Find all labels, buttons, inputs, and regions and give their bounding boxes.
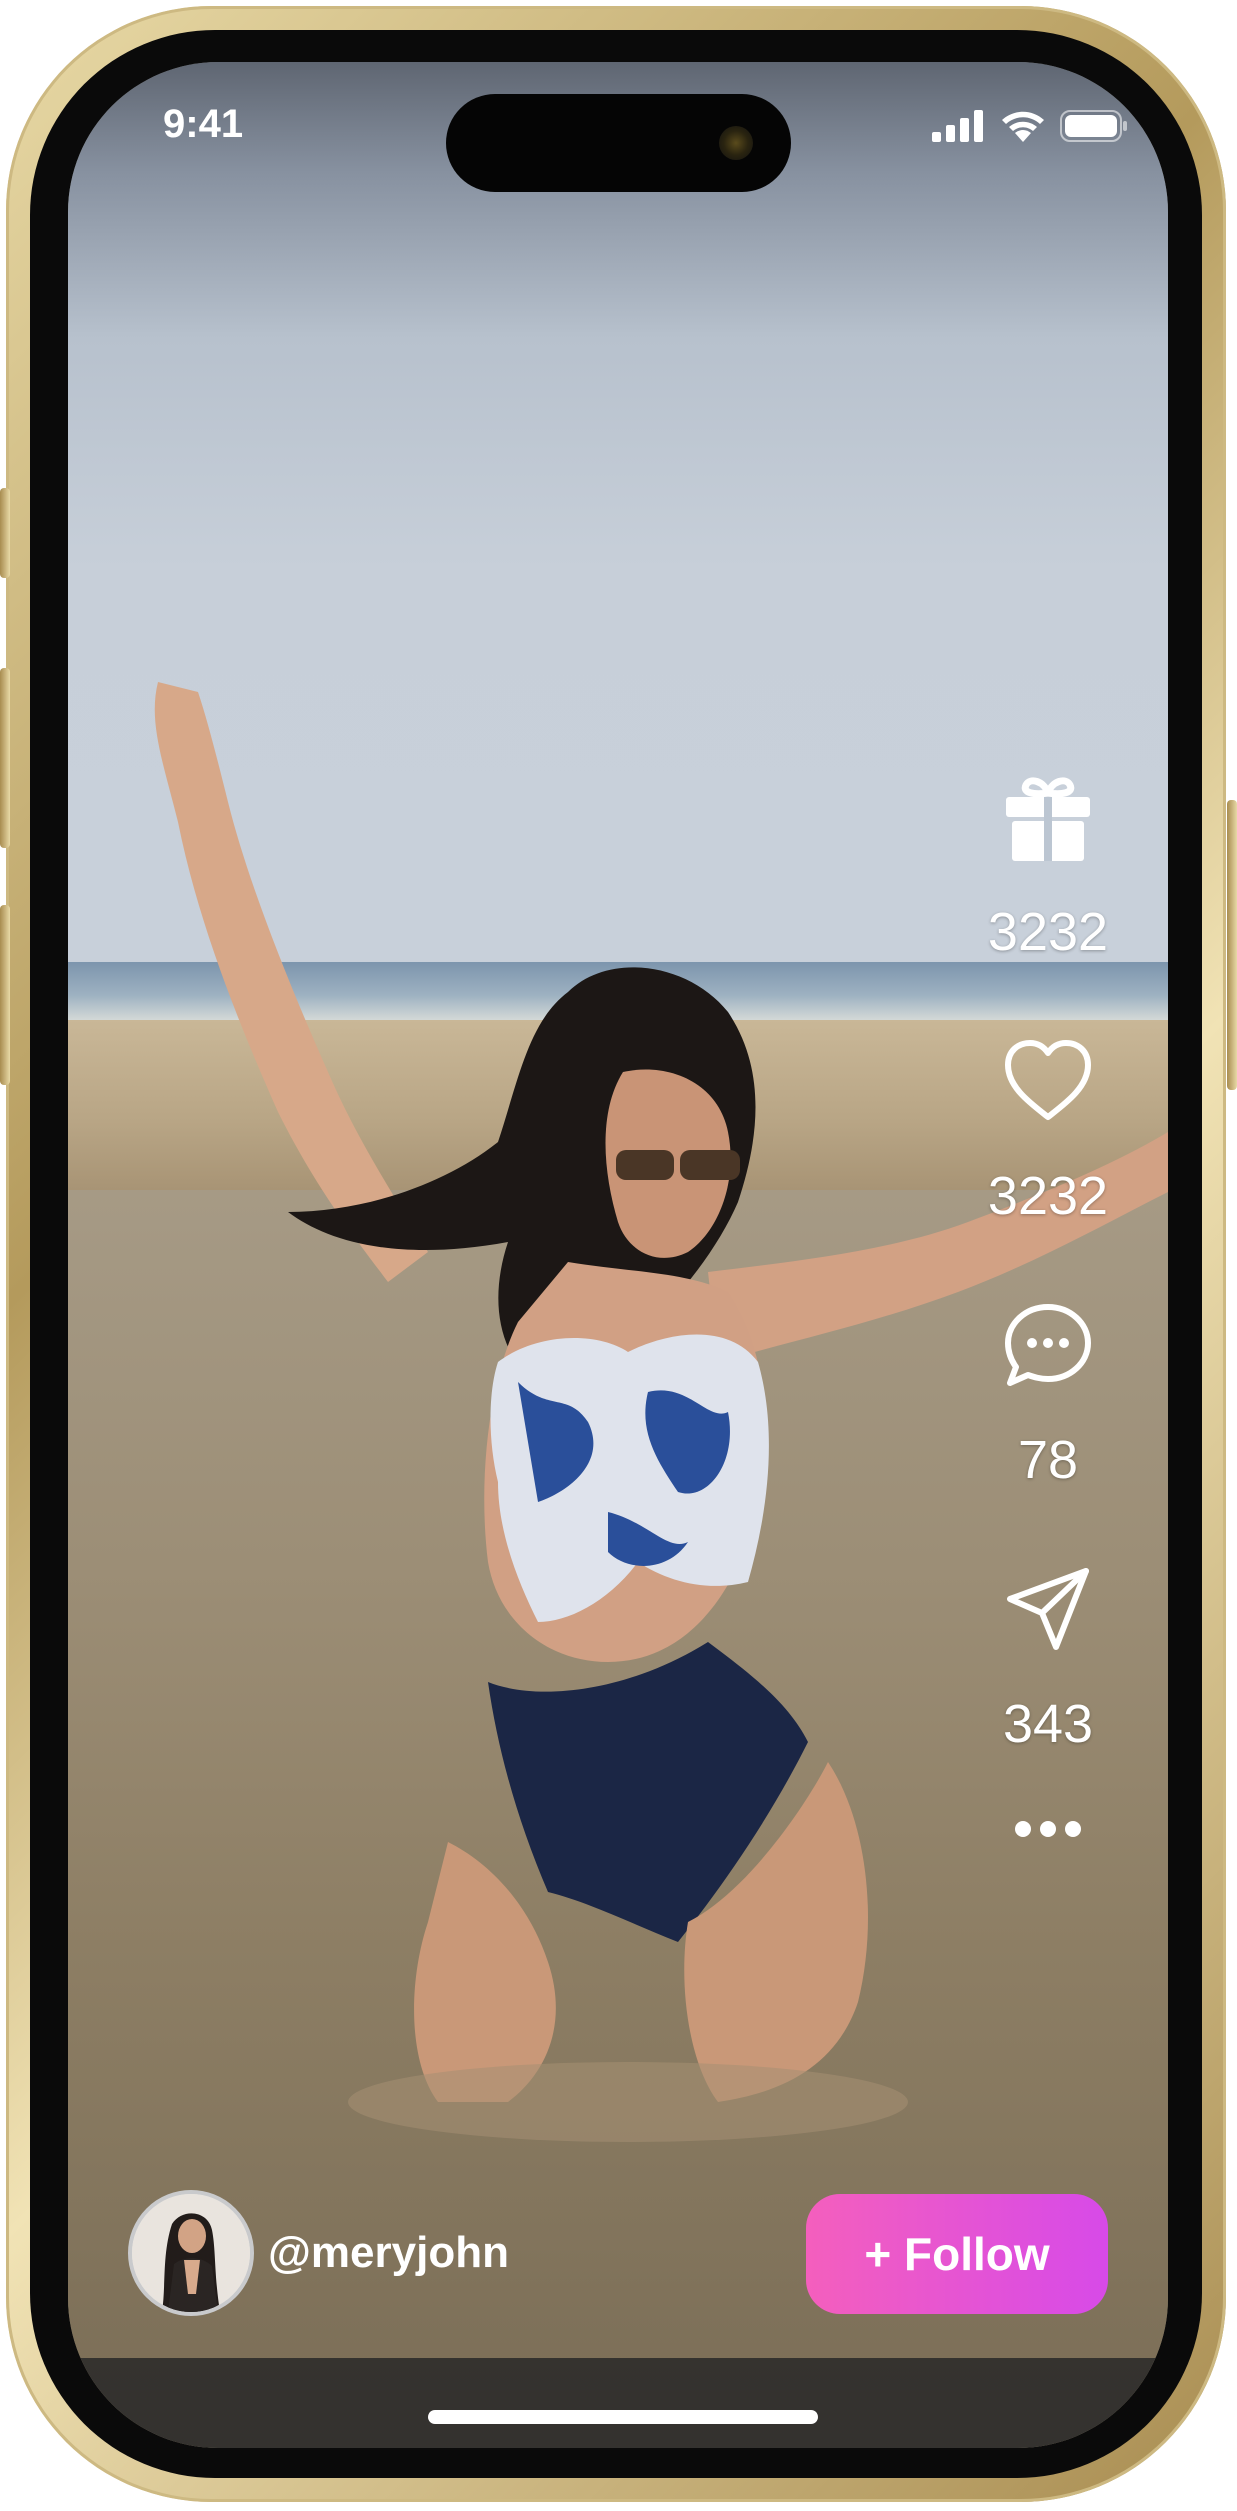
side-button-volume-up: [0, 668, 10, 848]
bottom-bar: [68, 2358, 1168, 2448]
side-button-power: [1227, 800, 1237, 1090]
username[interactable]: @meryjohn: [268, 2228, 509, 2278]
gift-icon: [1006, 777, 1090, 861]
battery-icon: [1060, 110, 1127, 142]
avatar-image: [132, 2194, 250, 2312]
status-time: 9:41: [163, 102, 244, 146]
cellular-signal-icon: [932, 110, 983, 142]
comment-button[interactable]: [998, 1295, 1098, 1395]
wifi-icon: [1002, 111, 1044, 142]
home-indicator[interactable]: [428, 2410, 818, 2424]
send-icon: [1007, 1568, 1089, 1650]
side-button-action: [0, 488, 10, 578]
status-icons: [932, 108, 1128, 144]
more-dots-icon: [1015, 1821, 1081, 1837]
heart-icon: [1005, 1040, 1091, 1120]
avatar[interactable]: [128, 2190, 254, 2316]
share-button[interactable]: [998, 1559, 1098, 1659]
action-column: 3232 3232 78 343: [948, 767, 1148, 1849]
screen: 9:41 3232 3232 78 343 @meryjohn + Follow: [68, 62, 1168, 2448]
gift-count: 3232: [987, 902, 1109, 962]
side-button-volume-down: [0, 905, 10, 1085]
dynamic-island: [446, 94, 791, 192]
share-count: 343: [1002, 1694, 1094, 1754]
follow-button[interactable]: + Follow: [806, 2194, 1108, 2314]
comment-count: 78: [1017, 1430, 1079, 1490]
front-camera-icon: [719, 126, 753, 160]
like-button[interactable]: [998, 1031, 1098, 1131]
comment-bubble-icon: [1005, 1304, 1091, 1386]
more-button[interactable]: [998, 1809, 1098, 1849]
like-count: 3232: [987, 1166, 1109, 1226]
gift-button[interactable]: [998, 767, 1098, 867]
